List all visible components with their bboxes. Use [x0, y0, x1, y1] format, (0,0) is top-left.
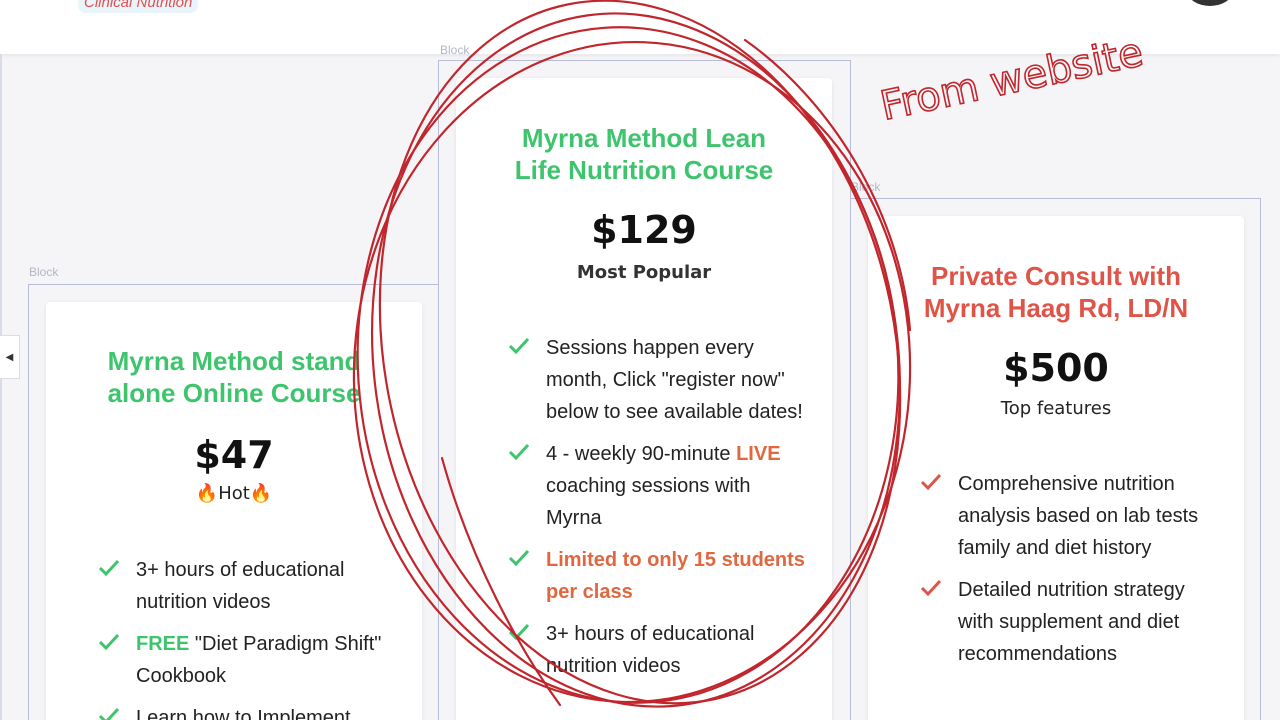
feature-list: Comprehensive nutrition analysis based o…	[920, 468, 1220, 680]
feature-item: 3+ hours of educational nutrition videos	[508, 618, 808, 682]
top-header: Clinical Nutrition	[0, 0, 1280, 54]
editor-left-edge	[0, 54, 2, 720]
card-tag: Top features	[1000, 398, 1112, 419]
check-icon	[98, 633, 120, 651]
block-label-center: Block	[440, 43, 470, 57]
card-title: Private Consult with Myrna Haag Rd, LD/N	[923, 261, 1189, 323]
chevron-left-icon: ◀	[5, 351, 14, 363]
pricing-card-private-consult: Private Consult with Myrna Haag Rd, LD/N…	[868, 216, 1244, 720]
check-icon	[508, 443, 530, 461]
block-label-right: Block	[851, 180, 881, 194]
card-title: Myrna Method stand alone Online Course	[107, 346, 361, 408]
card-price: $47	[194, 433, 274, 477]
feature-item: Learn how to Implement	[98, 702, 398, 720]
pricing-card-lean-life: Myrna Method Lean Life Nutrition Course …	[456, 78, 832, 720]
feature-item: Comprehensive nutrition analysis based o…	[920, 468, 1220, 564]
check-icon	[920, 579, 942, 597]
feature-item: FREE "Diet Paradigm Shift" Cookbook	[98, 628, 398, 692]
feature-item: Limited to only 15 students per class	[508, 544, 808, 608]
feature-item: 4 - weekly 90-minute LIVE coaching sessi…	[508, 438, 808, 534]
collapse-sidebar-button[interactable]: ◀	[0, 335, 20, 379]
check-icon	[98, 707, 120, 720]
feature-item: Sessions happen every month, Click "regi…	[508, 332, 808, 428]
block-label-left: Block	[29, 265, 59, 279]
user-avatar[interactable]	[1188, 0, 1232, 6]
check-icon	[508, 549, 530, 567]
card-price: $129	[591, 208, 697, 252]
check-icon	[508, 337, 530, 355]
feature-item: 3+ hours of educational nutrition videos	[98, 554, 398, 618]
logo[interactable]: Clinical Nutrition	[78, 0, 199, 13]
pricing-card-online-course: Myrna Method stand alone Online Course $…	[46, 302, 422, 720]
check-icon	[920, 473, 942, 491]
check-icon	[98, 559, 120, 577]
card-tag: Most Popular	[576, 262, 712, 283]
feature-item: Detailed nutrition strategy with supplem…	[920, 574, 1220, 670]
feature-list: 3+ hours of educational nutrition videos…	[98, 554, 398, 720]
card-price: $500	[1003, 346, 1109, 390]
card-title: Myrna Method Lean Life Nutrition Course	[514, 123, 774, 185]
card-tag: 🔥Hot🔥	[195, 483, 273, 504]
check-icon	[508, 623, 530, 641]
feature-list: Sessions happen every month, Click "regi…	[508, 332, 808, 692]
